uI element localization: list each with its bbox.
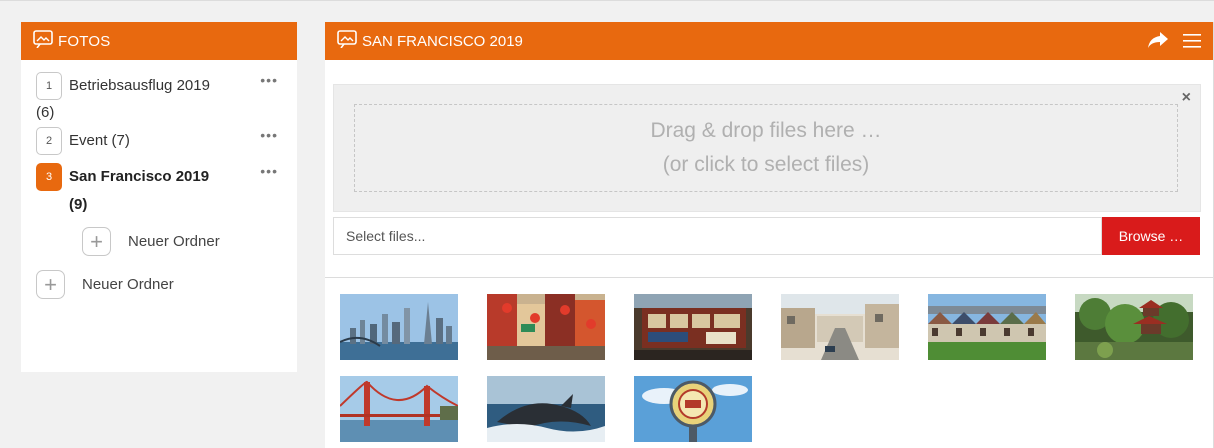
plus-icon: + <box>36 270 65 299</box>
photo-speech-icon <box>33 30 53 52</box>
skyline-photo[interactable] <box>340 294 458 360</box>
select-files-input[interactable] <box>333 217 1102 255</box>
folders-panel: FOTOS 1 Betriebsausflug 2019 (6) ••• 2 E… <box>21 22 297 372</box>
close-icon[interactable]: × <box>1182 89 1191 107</box>
browse-button[interactable]: Browse … <box>1102 217 1200 255</box>
folder-label: Event (7) <box>69 132 130 149</box>
folder-item-betriebsausflug[interactable]: 1 Betriebsausflug 2019 (6) ••• <box>21 72 297 121</box>
dropzone[interactable]: Drag & drop files here … (or click to se… <box>354 104 1178 192</box>
golden-gate-photo[interactable] <box>340 376 458 442</box>
folder-item-san-francisco[interactable]: 3 San Francisco 2019 (9) ••• + Neuer Ord… <box>21 163 297 256</box>
album-title: SAN FRANCISCO 2019 <box>362 32 523 50</box>
upload-area: Drag & drop files here … (or click to se… <box>333 84 1201 212</box>
folder-list: 1 Betriebsausflug 2019 (6) ••• 2 Event (… <box>21 60 297 299</box>
new-folder-label: Neuer Ordner <box>82 276 174 293</box>
pagoda-garden-photo[interactable] <box>1075 294 1193 360</box>
folder-item-event[interactable]: 2 Event (7) ••• <box>21 127 297 155</box>
folder-number-badge: 2 <box>36 127 62 155</box>
dropzone-line-1: Drag & drop files here … <box>650 119 882 142</box>
new-subfolder-button[interactable]: + Neuer Ordner <box>82 227 297 256</box>
folder-label: San Francisco 2019 (9) <box>69 168 210 213</box>
folder-count: (6) <box>36 104 55 121</box>
photo-speech-icon <box>337 30 357 52</box>
more-options-icon[interactable]: ••• <box>260 72 278 88</box>
folder-number-badge: 1 <box>36 72 62 100</box>
album-panel: SAN FRANCISCO 2019 Drag & drop files her… <box>325 22 1214 448</box>
whale-photo[interactable] <box>487 376 605 442</box>
plus-icon: + <box>82 227 111 256</box>
top-border <box>0 0 1214 11</box>
more-options-icon[interactable]: ••• <box>260 163 278 179</box>
folder-label: Betriebsausflug 2019 <box>69 77 210 94</box>
folders-panel-title: FOTOS <box>58 32 111 50</box>
folders-panel-header: FOTOS <box>21 22 297 60</box>
file-select-row: Browse … <box>333 217 1200 255</box>
street-photo[interactable] <box>781 294 899 360</box>
new-folder-button[interactable]: + Neuer Ordner <box>36 270 297 299</box>
hamburger-menu-icon[interactable] <box>1183 33 1201 53</box>
divider <box>325 277 1213 278</box>
folder-number-badge: 3 <box>36 163 62 191</box>
chinatown-photo[interactable] <box>487 294 605 360</box>
more-options-icon[interactable]: ••• <box>260 127 278 143</box>
painted-ladies-photo[interactable] <box>928 294 1046 360</box>
dropzone-line-2: (or click to select files) <box>662 153 870 176</box>
share-arrow-icon[interactable] <box>1147 31 1169 53</box>
cable-car-photo[interactable] <box>634 294 752 360</box>
album-panel-header: SAN FRANCISCO 2019 <box>325 22 1213 60</box>
fishermans-wharf-sign-photo[interactable] <box>634 376 752 442</box>
new-subfolder-label: Neuer Ordner <box>128 233 220 250</box>
